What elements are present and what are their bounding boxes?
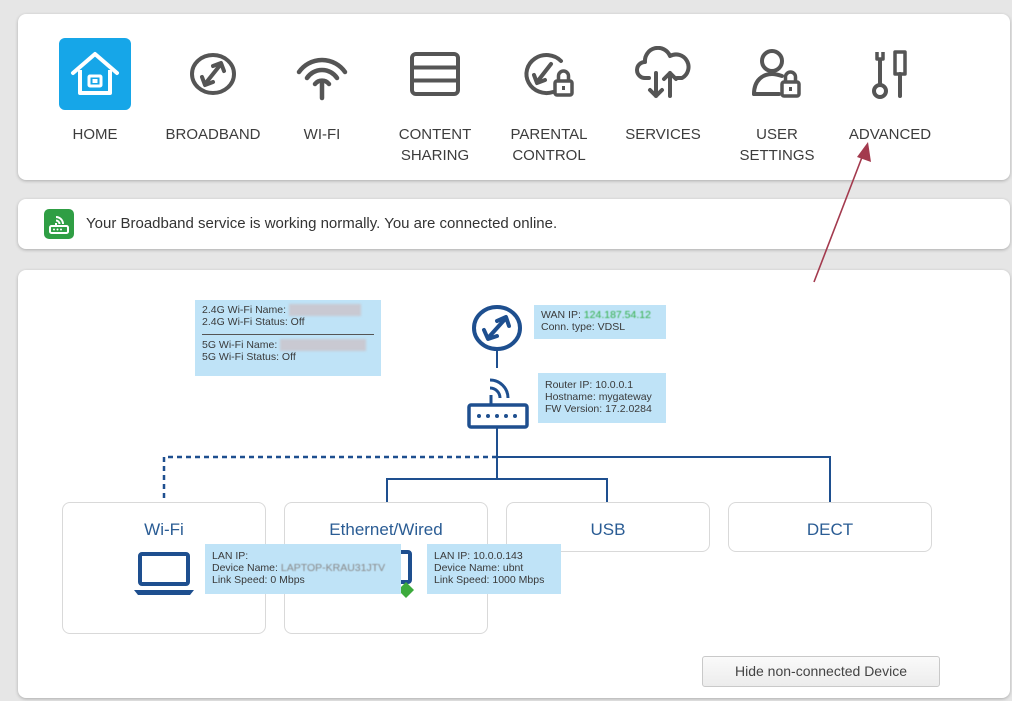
nav-advanced[interactable]: ADVANCED: [835, 38, 945, 145]
connection-status-message: Your Broadband service is working normal…: [86, 215, 558, 232]
hide-non-connected-button[interactable]: Hide non-connected Device: [702, 656, 940, 687]
router-icon[interactable]: [467, 378, 529, 429]
connection-status-bar: Your Broadband service is working normal…: [18, 199, 1010, 249]
router-status-icon: [44, 209, 74, 239]
wan-conn-type: Conn. type: VDSL: [541, 321, 626, 333]
nav-wifi[interactable]: WI-FI: [267, 38, 377, 145]
parental-control-icon: [513, 38, 585, 110]
home-icon: [59, 38, 131, 110]
wifi-device-link-speed: Link Speed: 0 Mbps: [212, 574, 305, 586]
nav-parental-control[interactable]: PARENTAL CONTROL: [494, 38, 604, 166]
nav-advanced-label: ADVANCED: [848, 126, 932, 143]
nav-wifi-label: WI-FI: [303, 126, 341, 143]
wifi-device-name-value: LAPTOP-KRAU31JTV: [280, 562, 386, 574]
usb-group-title: USB: [590, 520, 626, 539]
wifi-icon: [286, 38, 358, 110]
nav-broadband-label: BROADBAND: [165, 126, 261, 143]
eth-usb-branch-line: [386, 478, 608, 502]
eth-device-tooltip: LAN IP: 10.0.0.143 Device Name: ubnt Lin…: [427, 544, 561, 594]
wan-ip-label: WAN IP:: [541, 309, 581, 321]
network-map-panel: Wi-Fi Ethernet/Wired USB DECT 2.4G Wi-Fi…: [18, 270, 1010, 698]
eth-device-name: Device Name: ubnt: [434, 562, 524, 574]
advanced-tools-icon: [854, 38, 926, 110]
nav-home[interactable]: HOME: [40, 38, 150, 145]
cloud-services-icon: [627, 38, 699, 110]
wan-ip-value: 124.187.54.12: [583, 309, 651, 321]
router-fw-version: FW Version: 17.2.0284: [545, 403, 652, 415]
wan-info-tooltip: WAN IP: 124.187.54.12 Conn. type: VDSL: [534, 305, 666, 339]
nav-content-sharing-label: CONTENT SHARING: [398, 126, 472, 164]
wifi-24-status: 2.4G Wi-Fi Status: Off: [202, 316, 305, 328]
wifi-info-tooltip: 2.4G Wi-Fi Name:xxxxxx 2.4G Wi-Fi Status…: [195, 300, 381, 376]
dect-group-title: DECT: [806, 520, 854, 539]
main-nav-bar: HOME BROADBAND WI-FI CONTENT SHARING PAR…: [18, 14, 1010, 180]
user-settings-icon: [741, 38, 813, 110]
nav-user-settings-label: USER SETTINGS: [739, 126, 815, 164]
wifi-device-name-label: Device Name:: [212, 562, 278, 574]
router-ip: Router IP: 10.0.0.1: [545, 379, 634, 391]
internet-globe-icon[interactable]: [472, 305, 522, 351]
broadband-globe-icon: [177, 38, 249, 110]
nav-services[interactable]: SERVICES: [608, 38, 718, 145]
laptop-icon[interactable]: [132, 550, 196, 598]
wifi-device-tooltip: LAN IP: Device Name: LAPTOP-KRAU31JTV Li…: [205, 544, 401, 594]
router-hostname: Hostname: mygateway: [545, 391, 652, 403]
ethernet-group-title: Ethernet/Wired: [329, 520, 443, 539]
nav-broadband[interactable]: BROADBAND: [158, 38, 268, 145]
content-sharing-icon: [399, 38, 471, 110]
wifi-5-name-label: 5G Wi-Fi Name:: [202, 339, 278, 351]
nav-parental-control-label: PARENTAL CONTROL: [510, 126, 588, 164]
nav-services-label: SERVICES: [625, 126, 701, 143]
wifi-group-title: Wi-Fi: [144, 520, 184, 539]
nav-home-label: HOME: [72, 126, 118, 143]
wifi-24-name-label: 2.4G Wi-Fi Name:: [202, 304, 287, 316]
router-info-tooltip: Router IP: 10.0.0.1 Hostname: mygateway …: [538, 373, 666, 423]
nav-user-settings[interactable]: USER SETTINGS: [722, 38, 832, 166]
eth-device-link-speed: Link Speed: 1000 Mbps: [434, 574, 545, 586]
wifi-device-lan-ip: LAN IP:: [212, 550, 249, 562]
wifi-5-status: 5G Wi-Fi Status: Off: [202, 351, 296, 363]
eth-device-lan-ip: LAN IP: 10.0.0.143: [434, 550, 523, 562]
nav-content-sharing[interactable]: CONTENT SHARING: [380, 38, 490, 166]
